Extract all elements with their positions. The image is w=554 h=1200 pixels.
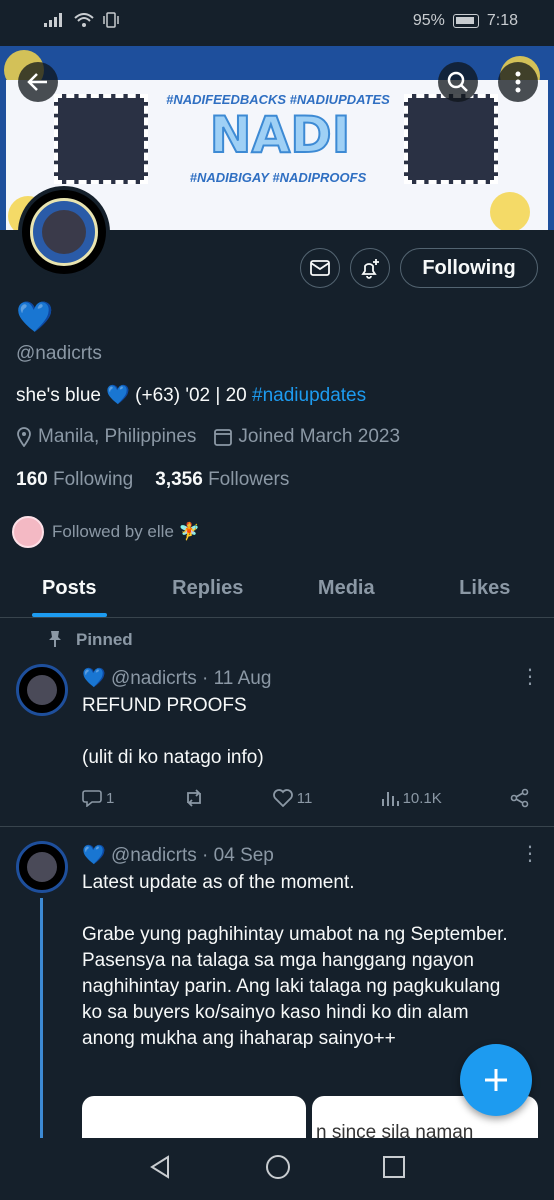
envelope-icon [310, 260, 330, 276]
followed-by[interactable]: Followed by elle 🧚 [12, 516, 200, 548]
profile-meta: Manila, Philippines Joined March 2023 [16, 426, 400, 448]
wifi-icon [74, 13, 94, 32]
avatar-photo [42, 210, 86, 254]
bio-text: she's blue 💙 (+63) '02 | 20 [16, 385, 253, 406]
reply-icon [82, 790, 102, 807]
banner-photo-left [54, 94, 148, 184]
plus-icon [485, 1069, 507, 1091]
join-date: Joined March 2023 [214, 426, 400, 448]
profile-bio: she's blue 💙 (+63) '02 | 20 #nadiupdates [16, 383, 366, 407]
banner-tags-top: #NADIFEEDBACKS #NADIUPDATES [166, 92, 390, 107]
battery-icon [452, 14, 479, 28]
nav-home-button[interactable] [264, 1153, 292, 1186]
circle-home-icon [266, 1154, 290, 1179]
back-button[interactable] [18, 62, 58, 102]
location-pin-icon [17, 427, 31, 447]
clock: 7:18 [486, 12, 518, 29]
tweet-avatar[interactable] [16, 841, 68, 893]
back-arrow-icon [27, 73, 47, 91]
profile-tabs: Posts Replies Media Likes [0, 560, 554, 618]
status-right: 95% 7:18 [413, 12, 518, 30]
flower-decoration [490, 192, 530, 230]
banner-tags-bottom: #NADIBIGAY #NADIPROOFS [189, 170, 367, 185]
retweet-icon [186, 789, 201, 807]
search-button[interactable] [438, 62, 478, 102]
tweet-more-icon[interactable]: ⋮ [520, 664, 540, 689]
profile-handle: @nadicrts [16, 343, 102, 364]
signal-icon [44, 13, 66, 32]
tweet-divider [0, 826, 554, 827]
tweet-text: Latest update as of the moment. Grabe yu… [82, 872, 508, 1049]
message-button[interactable] [300, 248, 340, 288]
banner-title: NADI [209, 105, 352, 165]
triangle-back-icon [150, 1154, 169, 1179]
views-icon [381, 792, 399, 806]
more-vertical-icon [515, 71, 521, 93]
status-bar: 95% 7:18 [0, 0, 554, 46]
heart-icon [272, 789, 293, 807]
bell-plus-icon [361, 259, 379, 279]
location-text: Manila, Philippines [38, 426, 197, 447]
pin-icon [49, 631, 61, 647]
nav-recents-button[interactable] [382, 1155, 406, 1184]
tab-likes[interactable]: Likes [416, 560, 554, 617]
join-date-text: Joined March 2023 [238, 426, 401, 447]
tweet-avatar[interactable] [16, 664, 68, 716]
system-nav-bar [0, 1138, 554, 1200]
share-icon [510, 788, 529, 808]
follower-avatar [12, 516, 44, 548]
square-recents-icon [383, 1155, 405, 1178]
following-count-link[interactable]: 160 Following [16, 469, 133, 491]
tweet-more-icon[interactable]: ⋮ [520, 841, 540, 866]
banner-photo-right [404, 94, 498, 184]
views-button[interactable]: 10.1K [381, 788, 442, 808]
tweet-actions: 1 11 10.1K [82, 788, 530, 808]
tab-replies[interactable]: Replies [139, 560, 278, 617]
notifications-button[interactable] [350, 248, 390, 288]
battery-percent: 95% [412, 12, 445, 29]
display-name: 💙 [16, 301, 54, 334]
reply-button[interactable]: 1 [82, 788, 114, 808]
tweet-handle-date: @nadicrts · 11 Aug [110, 668, 272, 689]
more-options-button[interactable] [498, 62, 538, 102]
vibrate-icon [102, 12, 120, 33]
profile-avatar[interactable] [18, 186, 110, 278]
follow-counts: 160 Following 3,356 Followers [16, 469, 289, 491]
thread-line [40, 898, 43, 1138]
calendar-icon [214, 429, 233, 446]
tab-posts[interactable]: Posts [0, 560, 139, 617]
like-button[interactable]: 11 [272, 788, 312, 808]
nav-back-button[interactable] [148, 1154, 174, 1185]
tab-media[interactable]: Media [277, 560, 416, 617]
tweet-text: REFUND PROOFS (ulit di ko natago info) [82, 695, 264, 768]
bio-hashtag-link[interactable]: #nadiupdates [252, 385, 366, 406]
tweet-header: 💙 @nadicrts · 11 Aug [82, 666, 271, 690]
compose-button[interactable] [460, 1044, 532, 1116]
tweet-author-name[interactable]: 💙 [82, 668, 106, 689]
tweet-handle-date: @nadicrts · 04 Sep [110, 845, 274, 866]
followed-by-text: Followed by elle 🧚 [52, 522, 200, 541]
tweet-header: 💙 @nadicrts · 04 Sep [82, 843, 274, 867]
tweet-author-name[interactable]: 💙 [82, 845, 106, 866]
status-left [44, 12, 120, 33]
pinned-label: Pinned [48, 630, 133, 650]
share-button[interactable] [510, 788, 530, 808]
followers-count-link[interactable]: 3,356 Followers [155, 469, 289, 491]
location: Manila, Philippines [16, 426, 196, 448]
following-button[interactable]: Following [400, 248, 538, 288]
retweet-button[interactable] [183, 788, 205, 808]
search-icon [447, 71, 468, 92]
